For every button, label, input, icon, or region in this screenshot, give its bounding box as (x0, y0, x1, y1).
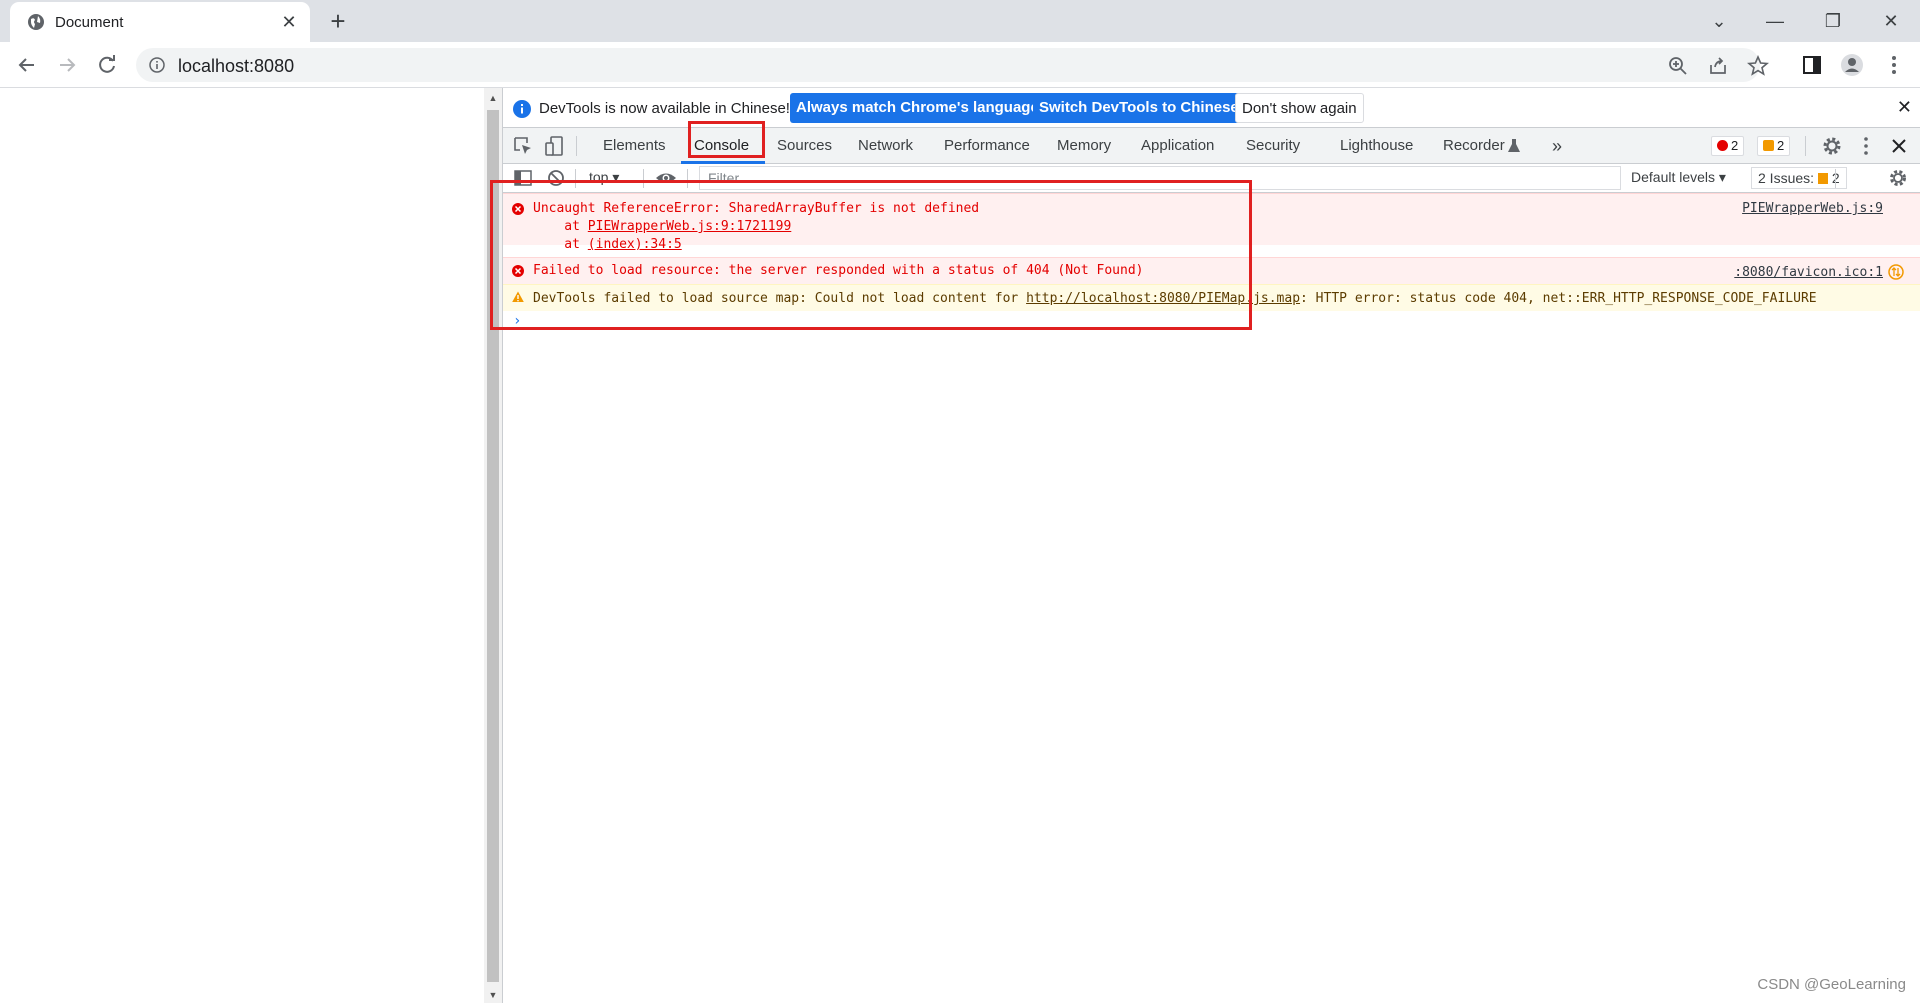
close-devtools-icon[interactable] (1888, 135, 1910, 157)
site-info-icon[interactable] (149, 57, 165, 73)
toolbar-divider (576, 136, 577, 156)
log-levels-label: Default levels (1631, 169, 1716, 185)
tab-lighthouse[interactable]: Lighthouse (1340, 128, 1413, 164)
address-bar[interactable]: localhost:8080 (136, 48, 1769, 82)
toolbar-divider (1805, 136, 1806, 156)
close-infobar-icon[interactable]: ✕ (1897, 97, 1912, 118)
tab-application[interactable]: Application (1141, 128, 1214, 164)
url-text: localhost:8080 (178, 56, 295, 76)
dont-show-again-button[interactable]: Don't show again (1235, 93, 1364, 123)
issues-button[interactable]: 2 Issues: 2 (1751, 167, 1847, 189)
watermark: CSDN @GeoLearning (1757, 976, 1906, 993)
error-count-badge[interactable]: 2 (1711, 136, 1745, 156)
issues-label: 2 Issues: (1758, 170, 1815, 186)
browser-toolbar: localhost:8080 (0, 42, 1920, 88)
toolbar-divider (1835, 169, 1836, 188)
profile-avatar-icon[interactable] (1840, 53, 1864, 77)
device-toolbar-icon[interactable] (544, 135, 566, 157)
tab-network[interactable]: Network (858, 128, 913, 164)
message-source-link[interactable]: :8080/favicon.ico:1 (1734, 265, 1883, 280)
warning-count-badge[interactable]: 2 (1757, 136, 1791, 156)
error-icon (1717, 140, 1728, 151)
new-tab-button[interactable]: + (324, 8, 352, 36)
bookmark-star-icon[interactable] (1747, 55, 1769, 77)
console-settings-gear-icon[interactable] (1888, 168, 1908, 188)
inspect-element-icon[interactable] (512, 135, 534, 157)
customize-menu-icon[interactable] (1855, 135, 1877, 157)
annotation-box-console-tab (688, 121, 765, 158)
switch-to-chinese-button[interactable]: Switch DevTools to Chinese (1033, 93, 1245, 123)
log-levels-dropdown[interactable]: Default levels ▾ (1631, 169, 1726, 186)
scroll-up-arrow-icon[interactable]: ▲ (484, 90, 502, 106)
message-source-link[interactable]: PIEWrapperWeb.js:9 (1742, 201, 1883, 216)
tab-memory[interactable]: Memory (1057, 128, 1111, 164)
scroll-down-arrow-icon[interactable]: ▼ (484, 987, 502, 1003)
issues-warning-icon (1817, 173, 1828, 184)
web-page-viewport[interactable] (0, 88, 484, 1003)
minimize-icon[interactable]: — (1760, 6, 1790, 36)
close-window-icon[interactable]: ✕ (1876, 6, 1906, 36)
back-icon[interactable] (13, 51, 41, 79)
side-panel-icon[interactable] (1800, 53, 1824, 77)
restore-icon[interactable]: ❐ (1818, 6, 1848, 36)
forward-icon[interactable] (53, 51, 81, 79)
zoom-icon[interactable] (1667, 55, 1689, 77)
browser-tab[interactable]: Document ✕ (10, 2, 310, 42)
more-tabs-icon[interactable]: » (1552, 128, 1562, 164)
warning-icon (1763, 140, 1774, 151)
experiment-flask-icon (1508, 139, 1520, 152)
tab-title: Document (55, 14, 124, 31)
reload-icon[interactable] (93, 51, 121, 79)
share-icon[interactable] (1707, 55, 1729, 77)
tab-search-icon[interactable]: ⌄ (1704, 6, 1734, 36)
annotation-box-errors (490, 180, 1252, 330)
tab-elements[interactable]: Elements (603, 128, 666, 164)
tab-sources[interactable]: Sources (777, 128, 832, 164)
chrome-menu-icon[interactable] (1882, 53, 1906, 77)
settings-gear-icon[interactable] (1821, 135, 1843, 157)
tab-strip: Document ✕ + ⌄ — ❐ ✕ (0, 0, 1920, 42)
infobar-message: DevTools is now available in Chinese! (539, 100, 790, 117)
close-tab-icon[interactable]: ✕ (278, 11, 300, 33)
globe-icon (28, 14, 44, 30)
warning-text: : HTTP error: status code 404, net::ERR_… (1300, 291, 1817, 306)
tab-performance[interactable]: Performance (944, 128, 1030, 164)
network-request-icon[interactable] (1888, 264, 1904, 280)
error-count: 2 (1731, 138, 1739, 153)
console-input-area[interactable] (503, 310, 1920, 1003)
tab-security[interactable]: Security (1246, 128, 1300, 164)
tab-recorder[interactable]: Recorder (1443, 128, 1505, 164)
warning-count: 2 (1777, 138, 1785, 153)
always-match-language-button[interactable]: Always match Chrome's language (790, 93, 1045, 123)
info-icon (513, 100, 531, 118)
